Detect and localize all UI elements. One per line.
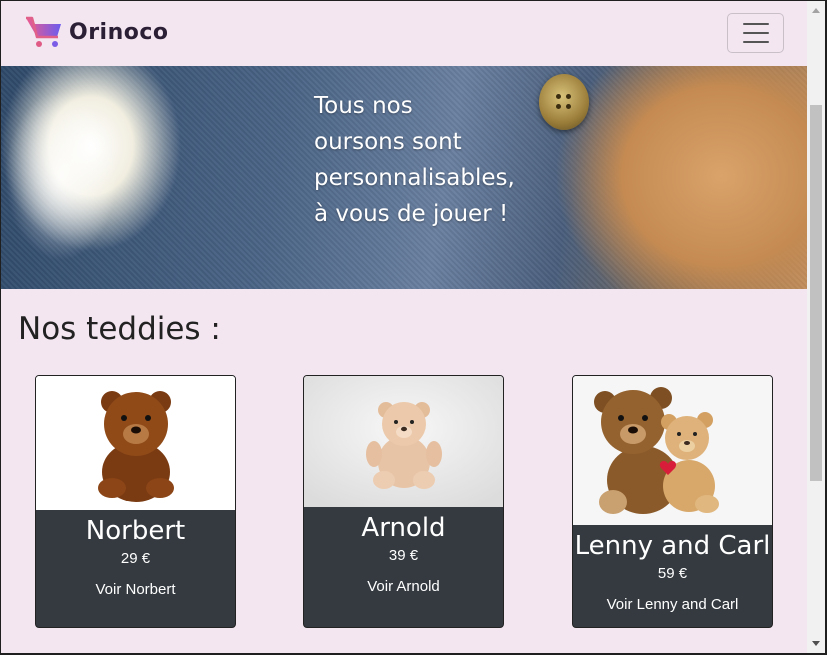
hero-text: Tous nos oursons sont personnalisables, … (314, 88, 534, 232)
hero-coat-button-image (539, 74, 589, 130)
scroll-down-icon[interactable] (812, 641, 820, 646)
hero-line: oursons sont (314, 129, 462, 155)
view-product-link[interactable]: Voir Arnold (304, 578, 503, 595)
vertical-scrollbar[interactable] (807, 1, 825, 653)
product-name: Arnold (361, 513, 446, 543)
product-card: Norbert 29 € Voir Norbert (35, 375, 236, 628)
product-price: 59 € (657, 565, 688, 582)
hero-line: personnalisables, (314, 165, 515, 191)
teddy-bear-image (304, 376, 503, 507)
product-card: Lenny and Carl 59 € Voir Lenny and Carl (572, 375, 773, 628)
view-product-link[interactable]: Voir Norbert (36, 581, 235, 598)
product-price: 39 € (388, 547, 419, 564)
hamburger-menu-icon (742, 23, 769, 25)
navbar: Orinoco (1, 1, 807, 66)
product-card: Arnold 39 € Voir Arnold (303, 375, 504, 628)
brand-name: Orinoco (69, 19, 169, 45)
hero-banner: Tous nos oursons sont personnalisables, … (1, 66, 807, 289)
product-name: Norbert (85, 516, 186, 546)
browser-viewport: Orinoco Tous nos oursons sont personnali… (1, 1, 825, 653)
shopping-cart-icon (26, 16, 61, 47)
product-image (573, 376, 772, 525)
teddy-bear-image (36, 376, 235, 510)
section-title: Nos teddies : (18, 311, 221, 347)
teddy-bear-image (573, 376, 772, 525)
navbar-toggler-button[interactable] (727, 13, 784, 53)
product-name: Lenny and Carl (574, 531, 771, 561)
hero-line: à vous de jouer ! (314, 201, 509, 227)
scroll-up-icon[interactable] (812, 8, 820, 13)
view-product-link[interactable]: Voir Lenny and Carl (573, 596, 772, 613)
product-price: 29 € (120, 550, 151, 567)
hero-line: Tous nos (314, 93, 413, 119)
product-image (304, 376, 503, 507)
brand-link[interactable]: Orinoco (25, 15, 169, 49)
product-image (36, 376, 235, 510)
scrollbar-thumb[interactable] (810, 105, 822, 481)
